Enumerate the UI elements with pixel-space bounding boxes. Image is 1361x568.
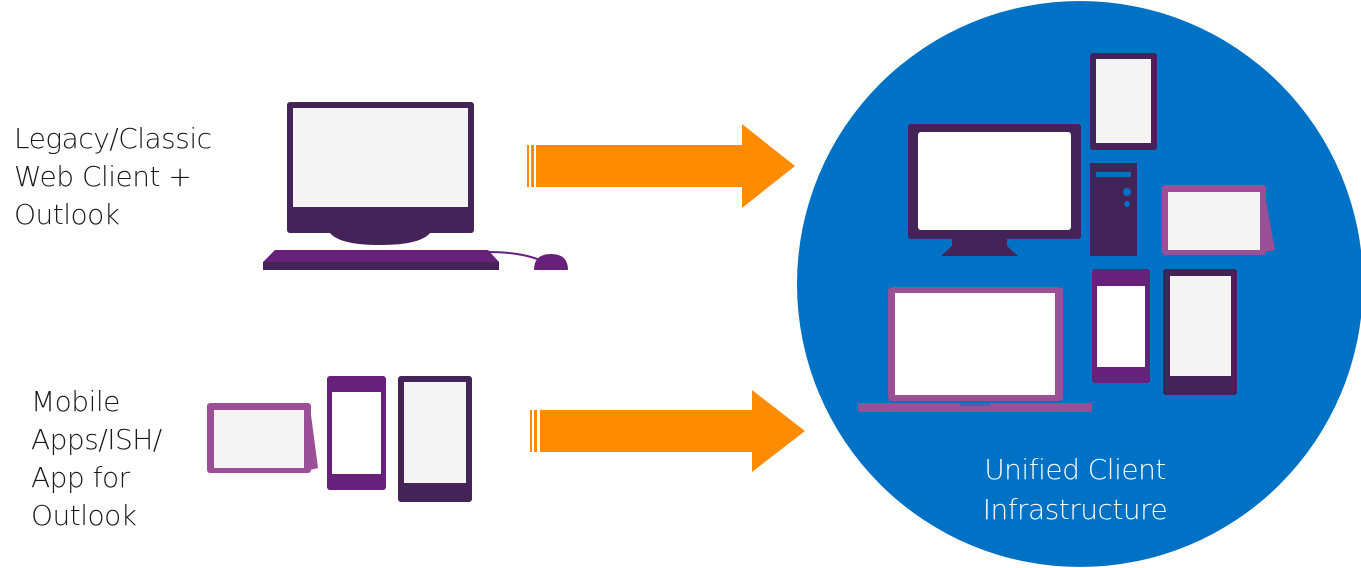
mobile-label-line: Outlook [31,499,137,532]
mobile-label-line: Apps/ISH/ [31,423,162,456]
large-phone-icon [1163,269,1237,395]
mobile-label-line: Mobile [31,385,120,418]
legacy-client-label: Legacy/Classic Web Client + Outlook [14,120,212,234]
unified-client-label: Unified Client Infrastructure [940,450,1210,530]
arrow-right-icon [527,124,795,208]
monitor-icon [908,124,1081,256]
arrow-right-icon [530,390,805,472]
desktop-computer-icon [263,102,568,270]
legacy-label-line: Web Client + [14,160,192,193]
tablet-icon [1090,53,1157,150]
pc-tower-icon [1090,163,1137,256]
legacy-label-line: Outlook [14,198,120,231]
phone-icon [1092,269,1150,383]
mobile-devices-icon [207,376,472,502]
unified-label-line: Infrastructure [982,493,1168,526]
laptop-icon [858,287,1092,412]
legacy-label-line: Legacy/Classic [14,122,212,155]
mobile-apps-label: Mobile Apps/ISH/ App for Outlook [31,383,162,535]
unified-label-line: Unified Client [984,453,1166,486]
mobile-label-line: App for [31,461,130,494]
surface-tablet-icon [1162,185,1275,255]
